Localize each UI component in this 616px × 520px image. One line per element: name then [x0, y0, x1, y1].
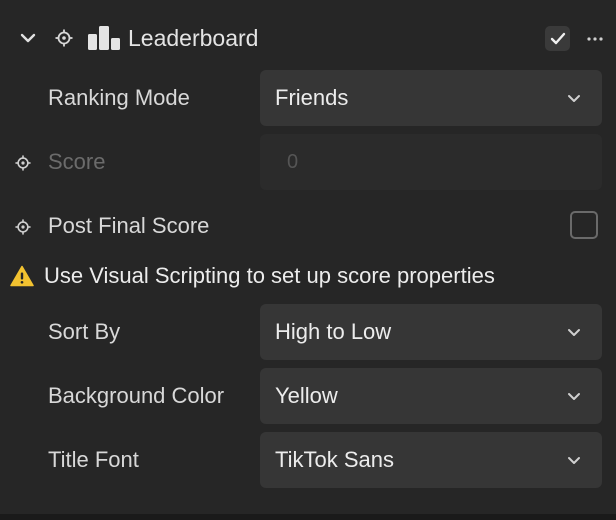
leaderboard-inspector-panel: Leaderboard Ranking Mode Friends Score 0… [0, 0, 616, 520]
background-color-label: Background Color [48, 383, 225, 408]
background-color-value: Yellow [275, 383, 338, 408]
target-icon[interactable] [52, 26, 76, 50]
sort-by-dropdown[interactable]: High to Low [260, 304, 602, 360]
background-color-dropdown[interactable]: Yellow [260, 368, 602, 424]
chevron-down-icon [566, 451, 582, 469]
score-input: 0 [260, 134, 602, 190]
collapse-chevron-down-icon[interactable] [16, 24, 40, 52]
title-font-label: Title Font [48, 447, 139, 472]
ranking-mode-label: Ranking Mode [48, 85, 190, 110]
sort-by-row: Sort By High to Low [0, 304, 616, 360]
sort-by-value: High to Low [275, 319, 392, 344]
chevron-down-icon [566, 323, 582, 341]
target-icon[interactable] [14, 218, 32, 236]
score-row: Score 0 [0, 134, 616, 190]
more-horizontal-icon [587, 36, 603, 41]
chevron-down-icon [566, 387, 582, 405]
post-final-score-label: Post Final Score [48, 213, 210, 238]
warning-icon [10, 265, 34, 287]
chevron-down-icon [566, 89, 582, 107]
more-options-button[interactable] [582, 26, 608, 51]
visual-scripting-warning: Use Visual Scripting to set up score pro… [0, 252, 616, 300]
sort-by-label: Sort By [48, 319, 121, 344]
score-label: Score [48, 149, 106, 174]
title-font-dropdown[interactable]: TikTok Sans [260, 432, 602, 488]
post-final-score-row: Post Final Score [0, 198, 616, 254]
ranking-mode-row: Ranking Mode Friends [0, 70, 616, 126]
score-value: 0 [287, 150, 299, 173]
checkmark-icon [550, 32, 565, 44]
background-color-row: Background Color Yellow [0, 368, 616, 424]
warning-text: Use Visual Scripting to set up score pro… [44, 263, 495, 288]
component-title: Leaderboard [128, 25, 259, 51]
component-header: Leaderboard [0, 14, 616, 62]
target-icon[interactable] [14, 154, 32, 172]
ranking-mode-value: Friends [275, 85, 349, 110]
title-font-value: TikTok Sans [275, 447, 395, 472]
title-font-row: Title Font TikTok Sans [0, 432, 616, 488]
post-final-score-checkbox[interactable] [570, 211, 598, 239]
enabled-checkbox[interactable] [545, 26, 570, 51]
panel-bottom-divider [0, 514, 616, 520]
ranking-mode-dropdown[interactable]: Friends [260, 70, 602, 126]
leaderboard-icon [86, 24, 122, 52]
